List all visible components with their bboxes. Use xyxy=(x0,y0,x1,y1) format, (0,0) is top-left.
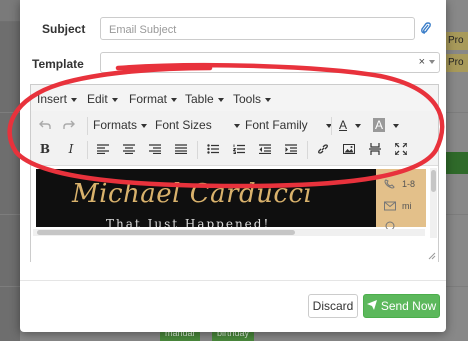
horizontal-scrollbar[interactable] xyxy=(33,229,425,236)
paperclip-icon[interactable] xyxy=(420,21,432,35)
mail-icon xyxy=(384,201,396,211)
background-tab: Pro xyxy=(446,32,468,50)
bold-icon[interactable]: B xyxy=(35,139,55,159)
background-left-edge: da xyxy=(0,0,20,341)
footer-divider xyxy=(20,280,446,281)
toolbar-divider xyxy=(197,141,198,159)
outdent-icon[interactable] xyxy=(255,139,275,159)
contact-phone: 1-8 xyxy=(402,179,416,189)
redo-icon[interactable] xyxy=(59,115,79,135)
bullet-list-icon[interactable] xyxy=(203,139,223,159)
fullscreen-icon[interactable] xyxy=(391,139,411,159)
send-now-button[interactable]: Send Now xyxy=(363,294,440,318)
contact-email: mi xyxy=(402,201,412,211)
scrollbar-thumb[interactable] xyxy=(431,170,436,192)
email-signature-banner: Michael Carducci That Just Happened! xyxy=(36,169,376,227)
editor-toolbar-row-2: B I xyxy=(31,139,438,161)
editor-menubar: Insert Edit Format Table Tools xyxy=(31,85,438,111)
image-icon[interactable] xyxy=(339,139,359,159)
menu-tools[interactable]: Tools xyxy=(233,92,272,106)
subject-input[interactable]: Email Subject xyxy=(100,17,415,40)
toolbar-divider xyxy=(331,117,332,135)
align-center-icon[interactable] xyxy=(119,139,139,159)
italic-icon[interactable]: I xyxy=(61,139,81,159)
resize-grip-icon[interactable] xyxy=(428,252,436,260)
toolbar-divider xyxy=(87,117,88,135)
menu-edit[interactable]: Edit xyxy=(87,92,118,106)
background-tab: Pro xyxy=(446,54,468,72)
vertical-scrollbar[interactable] xyxy=(430,168,437,238)
editor-toolbar-row-1: Formats Font Sizes Font Family A A xyxy=(31,115,438,137)
banner-name: Michael Carducci xyxy=(72,179,313,209)
link-icon[interactable] xyxy=(313,139,333,159)
template-label: Template xyxy=(32,57,84,71)
font-color-picker[interactable]: A xyxy=(339,118,362,132)
font-sizes-dropdown[interactable]: Font Sizes xyxy=(155,118,240,132)
indent-icon[interactable] xyxy=(281,139,301,159)
numbered-list-icon[interactable] xyxy=(229,139,249,159)
menu-format[interactable]: Format xyxy=(129,92,178,106)
align-justify-icon[interactable] xyxy=(171,139,191,159)
background-green-block xyxy=(444,152,468,174)
page-break-icon[interactable] xyxy=(365,139,385,159)
discard-button[interactable]: Discard xyxy=(308,294,358,318)
chevron-down-icon[interactable] xyxy=(429,60,435,64)
banner-subtitle: That Just Happened! xyxy=(106,217,271,227)
scrollbar-thumb[interactable] xyxy=(37,230,295,235)
send-now-label: Send Now xyxy=(380,299,437,313)
align-right-icon[interactable] xyxy=(145,139,165,159)
rich-text-editor: Insert Edit Format Table Tools Formats F… xyxy=(30,84,439,262)
compose-email-modal: Subject Email Subject Template × Insert … xyxy=(20,0,446,332)
contact-info-box: 1-8 mi xyxy=(376,169,426,231)
undo-icon[interactable] xyxy=(35,115,55,135)
editor-content-area[interactable]: Michael Carducci That Just Happened! 1-8… xyxy=(31,165,438,262)
font-family-dropdown[interactable]: Font Family xyxy=(245,118,332,132)
template-select[interactable]: × xyxy=(100,52,440,73)
align-left-icon[interactable] xyxy=(93,139,113,159)
menu-insert[interactable]: Insert xyxy=(37,92,78,106)
subject-label: Subject xyxy=(42,22,86,36)
toolbar-divider xyxy=(307,141,308,159)
menu-table[interactable]: Table xyxy=(185,92,224,106)
toolbar-divider xyxy=(87,141,88,159)
paper-plane-icon xyxy=(366,299,377,313)
clear-icon[interactable]: × xyxy=(419,56,425,68)
phone-icon xyxy=(384,179,395,189)
formats-dropdown[interactable]: Formats xyxy=(93,118,148,132)
background-color-picker[interactable]: A xyxy=(373,118,400,132)
